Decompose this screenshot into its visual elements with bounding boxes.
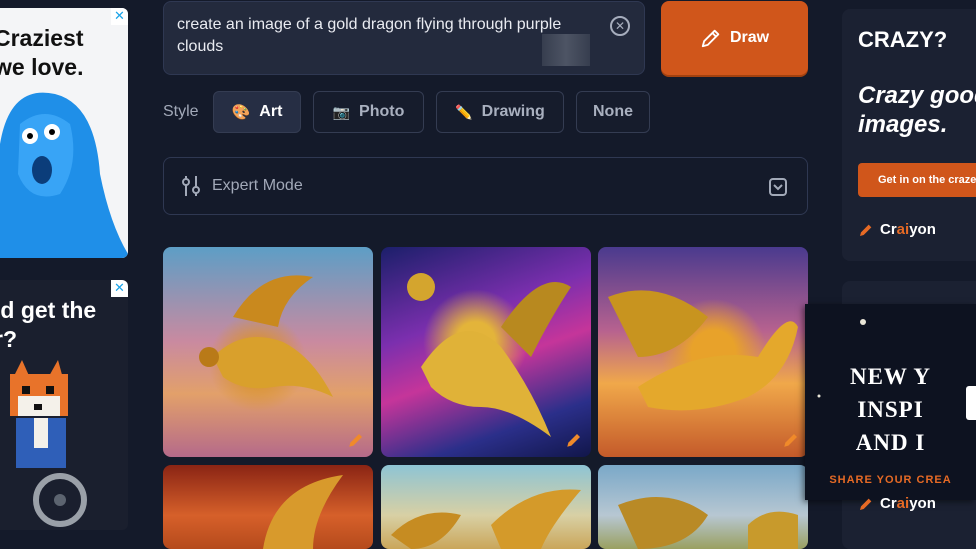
- ad-banner-top[interactable]: ✕ Craziest we love.: [0, 8, 128, 258]
- craiyon-logo[interactable]: Craiyon: [858, 221, 936, 238]
- dragon-image: [608, 290, 798, 411]
- logo-text-suffix: yon: [909, 221, 936, 238]
- style-photo-label: Photo: [359, 103, 405, 120]
- result-image[interactable]: [163, 465, 373, 549]
- redaction-blur: [542, 34, 590, 66]
- promo-card: CRAZY? Crazy good images. Get in on the …: [842, 9, 976, 261]
- draw-button[interactable]: Draw: [661, 1, 808, 75]
- expert-mode-toggle[interactable]: Expert Mode: [163, 157, 808, 215]
- craiyon-page: ✕ Craziest we love. ✕ ld get the r? crea…: [0, 0, 976, 549]
- dragon-image: [407, 273, 571, 437]
- promo-title: CRAZY?: [858, 27, 948, 52]
- style-none-button[interactable]: None: [576, 91, 650, 133]
- result-image[interactable]: [381, 247, 591, 457]
- logo-text-prefix: Cr: [880, 495, 897, 512]
- style-photo-button[interactable]: 📷 Photo: [313, 91, 424, 133]
- ad-close-icon[interactable]: ✕: [111, 8, 128, 25]
- pencil-icon: [860, 224, 872, 236]
- dragon-image: [391, 489, 581, 549]
- pencil-icon: [701, 29, 720, 48]
- style-art-button[interactable]: 🎨 Art: [213, 91, 301, 133]
- style-drawing-label: Drawing: [481, 103, 545, 120]
- chevron-down-icon[interactable]: [769, 178, 787, 196]
- promo-cta-button[interactable]: Get in on the craze: [858, 163, 976, 197]
- palette-icon: 🎨: [231, 104, 251, 121]
- draw-label: Draw: [729, 29, 770, 46]
- overlay-popup[interactable]: NEW Y INSPI AND I SHARE YOUR CREA: [805, 304, 976, 500]
- expert-mode-label: Expert Mode: [212, 177, 303, 194]
- camera-icon: 📷: [332, 103, 351, 120]
- logo-text-suffix: yon: [909, 495, 936, 512]
- result-image[interactable]: [598, 247, 808, 457]
- dragon-image: [199, 275, 333, 397]
- sliders-icon: [182, 176, 200, 196]
- result-image[interactable]: [381, 465, 591, 549]
- popup-headline: NEW Y INSPI AND I: [849, 364, 932, 455]
- ad-banner-bottom[interactable]: ✕ ld get the r?: [0, 280, 128, 530]
- ad-text: ld get the r?: [0, 297, 97, 352]
- popup-next-arrow[interactable]: [966, 386, 976, 420]
- pencil-icon: ✏️: [455, 103, 473, 120]
- promo-tagline: Crazy good images.: [858, 82, 976, 138]
- craiyon-logo[interactable]: Craiyon: [858, 495, 936, 512]
- fox-cyclist-image: [10, 360, 87, 527]
- blue-creature-image: [0, 92, 128, 258]
- dragon-image: [263, 475, 343, 549]
- style-drawing-button[interactable]: ✏️ Drawing: [436, 91, 564, 133]
- prompt-input[interactable]: create an image of a gold dragon flying …: [163, 1, 645, 75]
- style-label: Style: [163, 103, 199, 120]
- result-image[interactable]: [163, 247, 373, 457]
- logo-text-ai: ai: [896, 221, 910, 238]
- pencil-icon[interactable]: [782, 431, 800, 449]
- result-image[interactable]: [598, 465, 808, 549]
- prompt-text: create an image of a gold dragon flying …: [177, 16, 562, 55]
- ad-text: Craziest we love.: [0, 25, 84, 80]
- logo-text-ai: ai: [896, 495, 910, 512]
- style-none-label: None: [593, 103, 633, 120]
- clear-prompt-icon[interactable]: ✕: [610, 16, 630, 36]
- ad-close-icon[interactable]: ✕: [111, 280, 128, 297]
- popup-cta[interactable]: SHARE YOUR CREA: [805, 474, 976, 486]
- logo-text-prefix: Cr: [880, 221, 897, 238]
- style-art-label: Art: [259, 103, 283, 120]
- pencil-icon[interactable]: [347, 431, 365, 449]
- pencil-icon[interactable]: [565, 431, 583, 449]
- dragon-image: [618, 497, 798, 549]
- pencil-icon: [860, 498, 872, 510]
